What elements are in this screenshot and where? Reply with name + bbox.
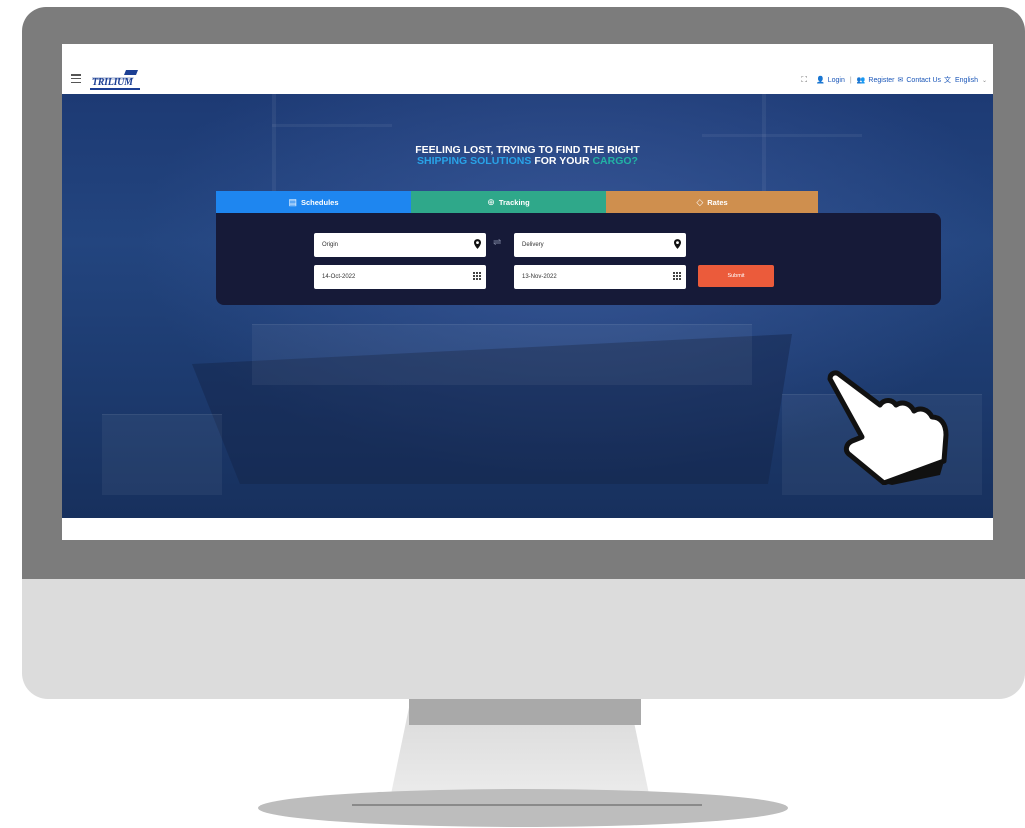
tag-icon: ◇: [696, 196, 704, 207]
language-select[interactable]: English: [955, 77, 978, 84]
headline-highlight-teal: CARGO?: [592, 155, 638, 167]
container-stack: [252, 324, 752, 385]
brand-logo[interactable]: TRILIUM: [90, 68, 140, 90]
divider: |: [849, 76, 852, 84]
monitor-base: [258, 789, 788, 827]
pointing-hand-icon: [827, 370, 949, 485]
headline-text: FOR YOUR: [534, 155, 590, 167]
login-link[interactable]: Login: [828, 77, 845, 84]
from-date-field[interactable]: 14-Oct-2022: [314, 265, 486, 289]
top-nav: TRILIUM ⛶ 👤 Login | 👥 Register ✉ Contact…: [62, 44, 993, 94]
delivery-placeholder: Delivery: [522, 242, 544, 248]
top-links: ⛶ 👤 Login | 👥 Register ✉ Contact Us 文 En…: [801, 75, 987, 85]
translate-icon: 文: [944, 77, 951, 84]
register-link[interactable]: Register: [868, 77, 894, 84]
tab-rates[interactable]: ◇ Rates: [606, 191, 818, 213]
monitor-stand-shadow: [409, 699, 641, 725]
tab-label: Rates: [707, 197, 728, 207]
origin-placeholder: Origin: [322, 242, 339, 248]
calendar-grid-icon[interactable]: [673, 272, 681, 280]
tab-label: Schedules: [301, 197, 339, 207]
location-pin-icon: [474, 239, 481, 249]
from-date-value: 14-Oct-2022: [322, 274, 356, 280]
mail-icon: ✉: [897, 77, 904, 84]
container-stack: [102, 414, 222, 495]
user-icon: 👤: [816, 77, 825, 84]
register-icon: 👥: [856, 77, 866, 84]
swap-icon[interactable]: ⇌: [493, 237, 501, 248]
calendar-grid-icon[interactable]: [473, 272, 481, 280]
schedule-search-panel: [216, 213, 941, 305]
to-date-value: 13-Nov-2022: [522, 274, 557, 280]
tab-tracking[interactable]: ⊕ Tracking: [411, 191, 606, 213]
submit-button[interactable]: Submit: [698, 265, 774, 287]
page-footer-strip: [62, 518, 993, 540]
headline-highlight-blue: SHIPPING SOLUTIONS: [417, 155, 532, 167]
location-pin-icon: [674, 239, 681, 249]
crane-arm: [702, 134, 862, 137]
hero-headline-line2: SHIPPING SOLUTIONS FOR YOUR CARGO?: [62, 156, 993, 167]
hamburger-menu-icon[interactable]: [71, 74, 81, 84]
monitor-base-edge: [352, 804, 702, 806]
svg-text:TRILIUM: TRILIUM: [92, 77, 134, 88]
target-icon: ⊕: [487, 196, 495, 207]
contact-link[interactable]: Contact Us: [906, 77, 941, 84]
fullscreen-icon[interactable]: ⛶: [801, 75, 807, 85]
to-date-field[interactable]: 13-Nov-2022: [514, 265, 686, 289]
crane-arm: [272, 124, 392, 127]
delivery-field[interactable]: Delivery: [514, 233, 686, 257]
logo-graphic: TRILIUM: [92, 70, 138, 88]
tab-label: Tracking: [498, 197, 530, 207]
origin-field[interactable]: Origin: [314, 233, 486, 257]
chevron-down-icon[interactable]: ⌄: [982, 77, 987, 84]
calendar-icon: ▤: [288, 196, 297, 207]
tab-schedules[interactable]: ▤ Schedules: [216, 191, 411, 213]
monitor-chin: [22, 579, 1025, 699]
